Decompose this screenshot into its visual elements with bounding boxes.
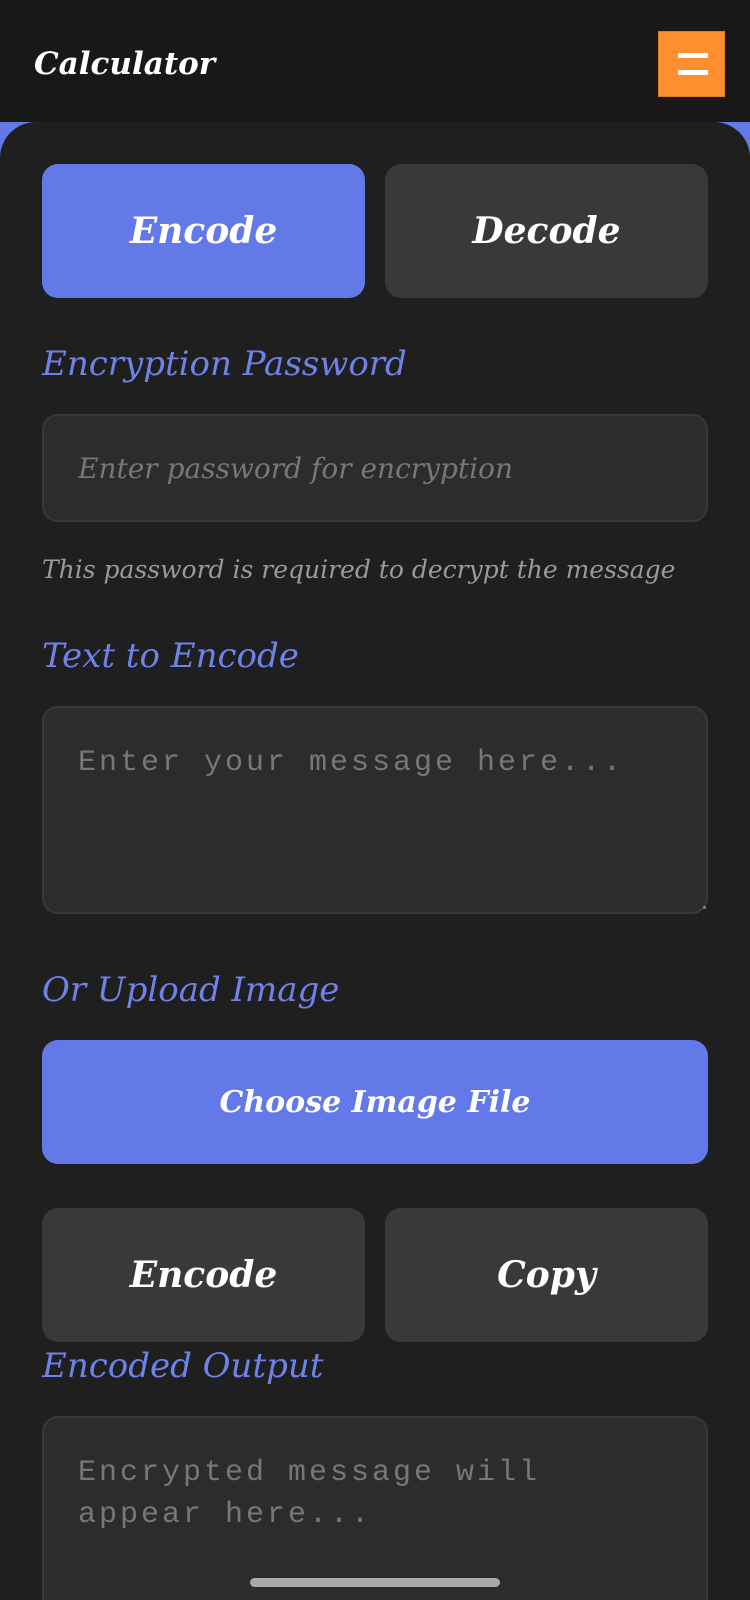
tab-encode[interactable]: Encode: [42, 164, 365, 298]
resize-handle[interactable]: [703, 906, 706, 909]
menu-icon-bar: [678, 70, 708, 75]
message-textarea[interactable]: [42, 706, 708, 914]
app-title: Calculator: [34, 46, 216, 82]
menu-button[interactable]: [658, 31, 725, 97]
text-to-encode-label: Text to Encode: [42, 636, 299, 676]
password-hint: This password is required to decrypt the…: [42, 555, 676, 584]
app-header: Calculator: [0, 0, 750, 122]
choose-image-button[interactable]: Choose Image File: [42, 1040, 708, 1164]
encode-button[interactable]: Encode: [42, 1208, 365, 1342]
home-indicator[interactable]: [250, 1578, 500, 1587]
menu-icon-bar: [678, 53, 708, 58]
password-input[interactable]: [42, 414, 708, 522]
encoded-output-label: Encoded Output: [42, 1346, 324, 1386]
password-label: Encryption Password: [42, 344, 407, 384]
encoded-output-textarea[interactable]: [42, 1416, 708, 1600]
upload-label: Or Upload Image: [42, 970, 340, 1010]
tab-decode[interactable]: Decode: [385, 164, 708, 298]
copy-button[interactable]: Copy: [385, 1208, 708, 1342]
